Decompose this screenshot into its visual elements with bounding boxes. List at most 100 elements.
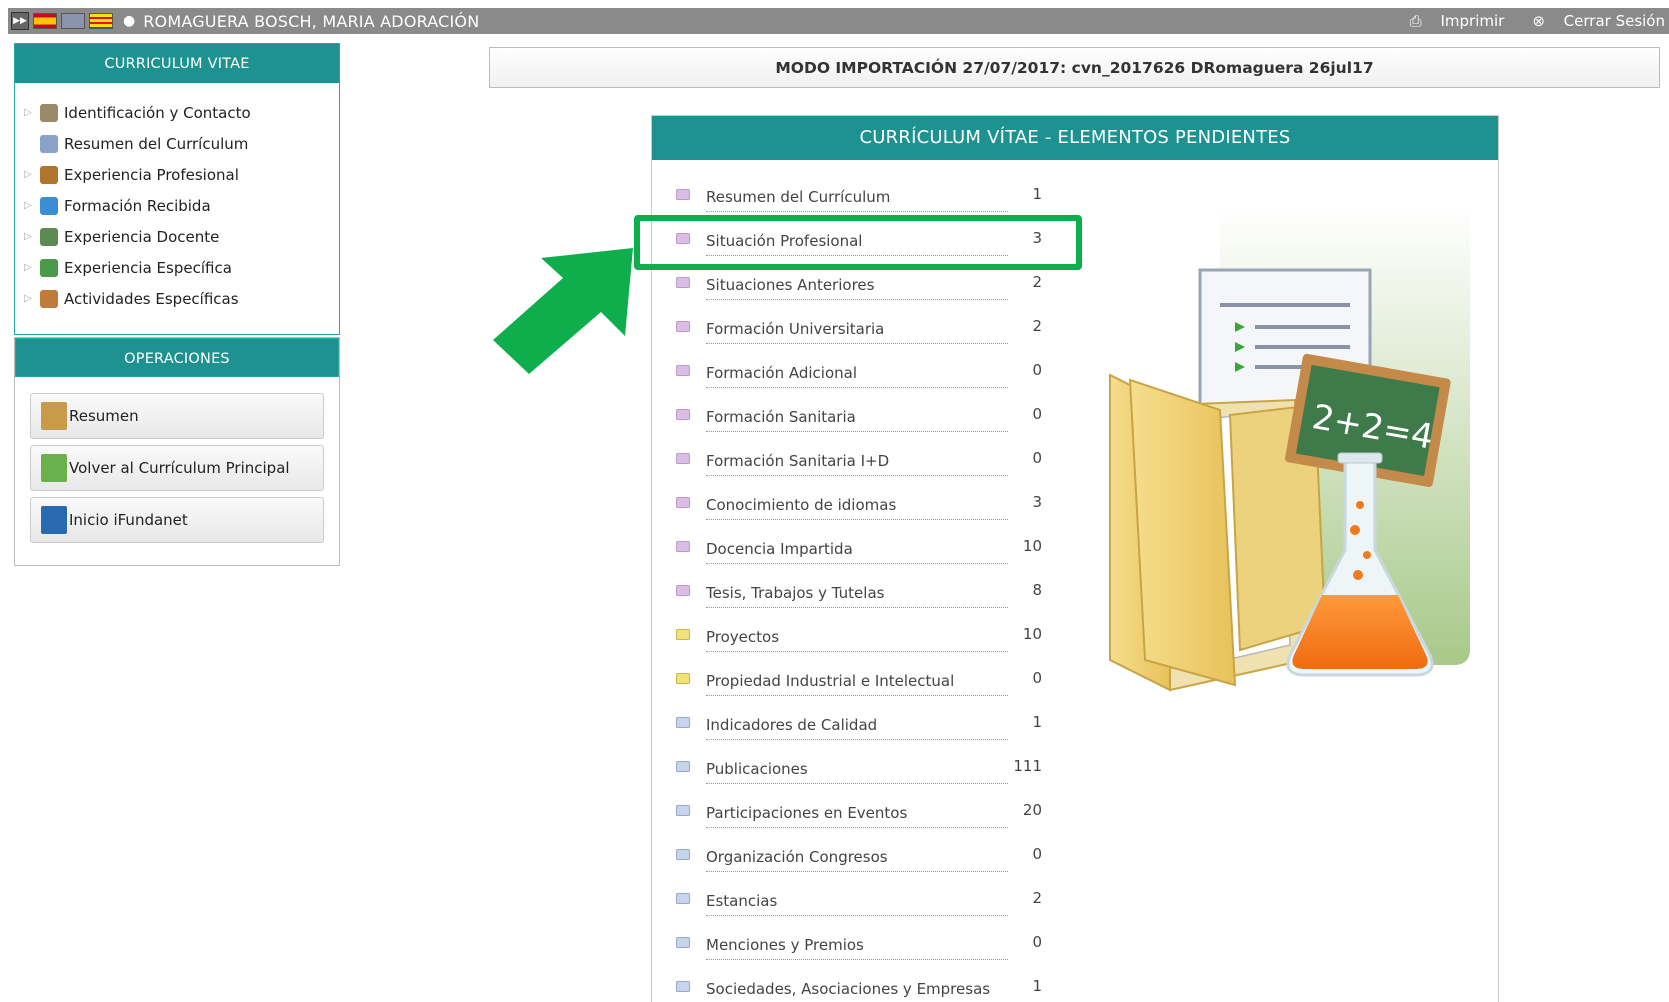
top-bar: ▶▶ ● ROMAGUERA BOSCH, MARIA ADORACIÓN ⎙ … — [8, 8, 1669, 34]
pending-element-label[interactable]: Formación Sanitaria — [706, 402, 1008, 432]
pending-element-label[interactable]: Formación Adicional — [706, 358, 1008, 388]
pending-element-count: 2 — [1032, 273, 1042, 291]
pending-element-row[interactable]: Formación Universitaria 2 — [674, 304, 1054, 348]
category-square-icon — [676, 452, 690, 464]
pending-element-label[interactable]: Tesis, Trabajos y Tutelas — [706, 578, 1008, 608]
pending-element-row[interactable]: Resumen del Currículum 1 — [674, 172, 1054, 216]
chalkboard-icon — [40, 227, 58, 246]
pending-element-row[interactable]: Organización Congresos 0 — [674, 832, 1054, 876]
cv-tree-item[interactable]: ▷ Experiencia Docente — [15, 221, 339, 252]
category-square-icon — [676, 760, 690, 772]
pending-element-row[interactable]: Situaciones Anteriores 2 — [674, 260, 1054, 304]
operations-list: Resumen Volver al Currículum Principal Ini… — [15, 377, 339, 543]
category-square-icon — [676, 804, 690, 816]
spanish-flag-icon[interactable] — [33, 13, 57, 29]
pending-element-count: 0 — [1032, 845, 1042, 863]
english-flag-icon[interactable] — [61, 13, 85, 29]
expand-caret-icon[interactable]: ▷ — [24, 293, 40, 304]
pending-element-label[interactable]: Formación Sanitaria I+D — [706, 446, 1008, 476]
pending-element-row[interactable]: Indicadores de Calidad 1 — [674, 700, 1054, 744]
expand-caret-icon[interactable]: ▷ — [24, 107, 40, 118]
pending-element-row[interactable]: Tesis, Trabajos y Tutelas 8 — [674, 568, 1054, 612]
contact-card-icon — [40, 103, 58, 122]
category-square-icon — [676, 232, 690, 244]
category-square-icon — [676, 540, 690, 552]
pending-element-label[interactable]: Proyectos — [706, 622, 1008, 652]
pending-element-count: 1 — [1032, 713, 1042, 731]
pending-element-count: 20 — [1022, 801, 1042, 819]
pending-element-row[interactable]: Menciones y Premios 0 — [674, 920, 1054, 964]
cv-tree-item[interactable]: ▷ Formación Recibida — [15, 190, 339, 221]
cv-tree-item[interactable]: ▷ Experiencia Específica — [15, 252, 339, 283]
catalan-flag-icon[interactable] — [89, 13, 113, 29]
pending-element-row[interactable]: Situación Profesional 3 — [674, 216, 1054, 260]
pending-element-label[interactable]: Sociedades, Asociaciones y Empresas — [706, 974, 1008, 1002]
operation-button[interactable]: Volver al Currículum Principal — [30, 445, 324, 491]
pending-element-count: 0 — [1032, 449, 1042, 467]
pending-element-row[interactable]: Participaciones en Eventos 20 — [674, 788, 1054, 832]
pending-element-label[interactable]: Resumen del Currículum — [706, 182, 1008, 212]
pending-element-label[interactable]: Organización Congresos — [706, 842, 1008, 872]
pending-element-label[interactable]: Situación Profesional — [706, 226, 1008, 256]
pending-element-row[interactable]: Estancias 2 — [674, 876, 1054, 920]
pending-element-count: 2 — [1032, 889, 1042, 907]
cv-tree-item[interactable]: ▷ Actividades Específicas — [15, 283, 339, 314]
operations-panel-title: OPERACIONES — [15, 338, 339, 377]
expand-caret-icon[interactable]: ▷ — [24, 262, 40, 273]
pending-element-count: 1 — [1032, 185, 1042, 203]
cv-tree-item-label: Experiencia Específica — [64, 258, 232, 277]
pending-element-label[interactable]: Menciones y Premios — [706, 930, 1008, 960]
pending-element-row[interactable]: Docencia Impartida 10 — [674, 524, 1054, 568]
cv-tree-item[interactable]: ▷ Identificación y Contacto — [15, 97, 339, 128]
pending-element-row[interactable]: Formación Sanitaria I+D 0 — [674, 436, 1054, 480]
user-name: ROMAGUERA BOSCH, MARIA ADORACIÓN — [143, 11, 480, 31]
toggle-sidebar-icon[interactable]: ▶▶ — [11, 12, 29, 30]
pending-element-row[interactable]: Conocimiento de idiomas 3 — [674, 480, 1054, 524]
pending-element-label[interactable]: Propiedad Industrial e Intelectual — [706, 666, 1008, 696]
pending-elements-list: Resumen del Currículum 1 Situación Profesi… — [674, 172, 1054, 1002]
pills-icon — [40, 289, 58, 308]
cv-tree: ▷ Identificación y Contacto Resumen del Cu… — [15, 83, 339, 314]
return-icon — [41, 454, 67, 482]
pending-element-count: 8 — [1032, 581, 1042, 599]
pending-element-row[interactable]: Proyectos 10 — [674, 612, 1054, 656]
pending-element-label[interactable]: Docencia Impartida — [706, 534, 1008, 564]
category-square-icon — [676, 408, 690, 420]
pending-element-label[interactable]: Publicaciones — [706, 754, 1008, 784]
pending-element-row[interactable]: Sociedades, Asociaciones y Empresas 1 — [674, 964, 1054, 1002]
pending-element-row[interactable]: Formación Adicional 0 — [674, 348, 1054, 392]
operation-button[interactable]: Inicio iFundanet — [30, 497, 324, 543]
pending-element-count: 0 — [1032, 933, 1042, 951]
document-icon — [40, 134, 58, 153]
pending-element-label[interactable]: Indicadores de Calidad — [706, 710, 1008, 740]
drop-icon — [40, 196, 58, 215]
expand-caret-icon[interactable]: ▷ — [24, 231, 40, 242]
category-square-icon — [676, 320, 690, 332]
pending-element-label[interactable]: Estancias — [706, 886, 1008, 916]
category-square-icon — [676, 716, 690, 728]
print-label: Imprimir — [1440, 12, 1505, 30]
expand-caret-icon[interactable]: ▷ — [24, 200, 40, 211]
print-link[interactable]: ⎙ Imprimir — [1396, 12, 1505, 30]
category-square-icon — [676, 672, 690, 684]
cv-tree-item[interactable]: ▷ Experiencia Profesional — [15, 159, 339, 190]
pending-element-count: 2 — [1032, 317, 1042, 335]
logout-link[interactable]: ⊗ Cerrar Sesión — [1518, 12, 1665, 30]
cv-tree-item[interactable]: Resumen del Currículum — [15, 128, 339, 159]
pending-element-label[interactable]: Situaciones Anteriores — [706, 270, 1008, 300]
category-square-icon — [676, 848, 690, 860]
pending-element-row[interactable]: Formación Sanitaria 0 — [674, 392, 1054, 436]
pending-element-label[interactable]: Formación Universitaria — [706, 314, 1008, 344]
pending-element-count: 0 — [1032, 405, 1042, 423]
category-square-icon — [676, 364, 690, 376]
folder-science-illustration: 2+2=4 — [1109, 205, 1470, 692]
pending-element-row[interactable]: Propiedad Industrial e Intelectual 0 — [674, 656, 1054, 700]
operation-button[interactable]: Resumen — [30, 393, 324, 439]
pending-element-count: 10 — [1022, 625, 1042, 643]
category-square-icon — [676, 188, 690, 200]
operations-panel: OPERACIONES Resumen Volver al Currículum … — [14, 337, 340, 566]
pending-element-row[interactable]: Publicaciones 111 — [674, 744, 1054, 788]
expand-caret-icon[interactable]: ▷ — [24, 169, 40, 180]
pending-element-label[interactable]: Conocimiento de idiomas — [706, 490, 1008, 520]
pending-element-label[interactable]: Participaciones en Eventos — [706, 798, 1008, 828]
